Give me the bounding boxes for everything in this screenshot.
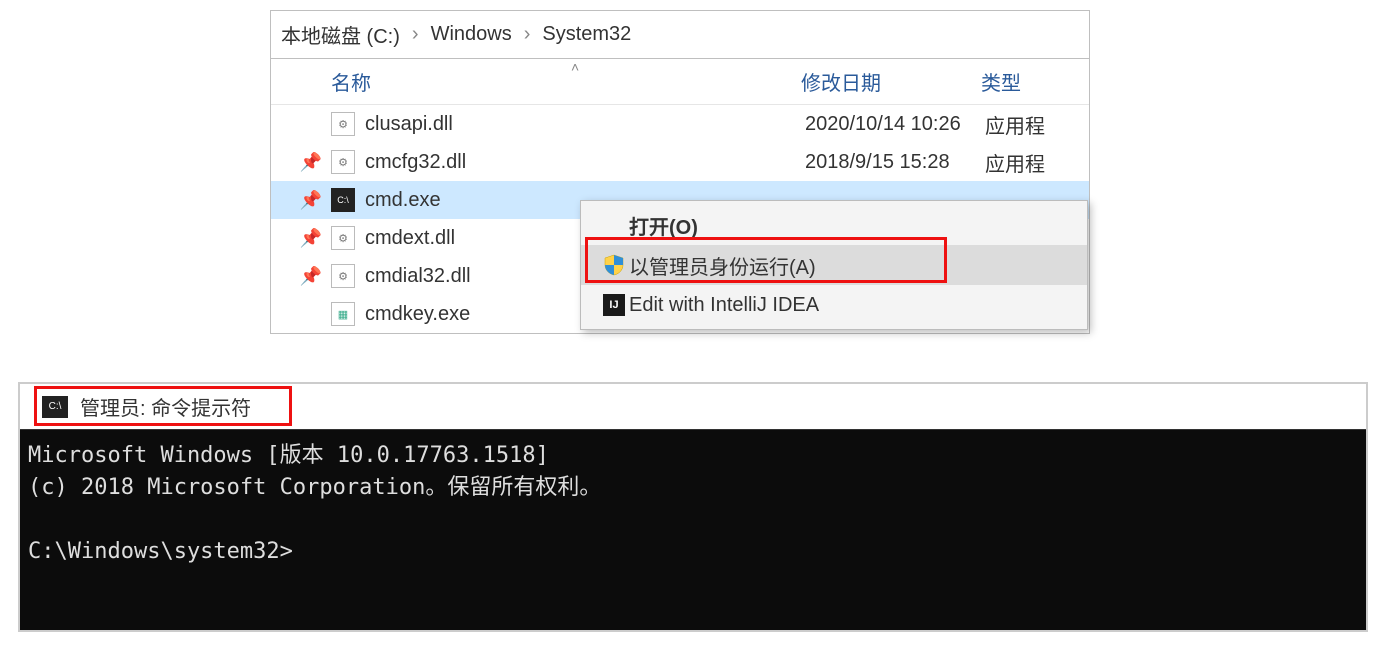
file-icon: ⚙	[331, 150, 355, 174]
pin-icon: 📌	[291, 152, 331, 173]
column-header-date[interactable]: 修改日期	[801, 67, 981, 96]
sort-caret-icon: ˄	[571, 59, 579, 75]
file-name: cmcfg32.dll	[365, 151, 805, 174]
ctx-run-as-admin-label: 以管理员身份运行(A)	[629, 251, 816, 280]
file-icon: ⚙	[331, 226, 355, 250]
file-row[interactable]: ⚙ clusapi.dll 2020/10/14 10:26 应用程	[271, 105, 1089, 143]
file-row[interactable]: 📌 ⚙ cmcfg32.dll 2018/9/15 15:28 应用程	[271, 143, 1089, 181]
ctx-intellij[interactable]: IJ Edit with IntelliJ IDEA	[581, 285, 1087, 325]
breadcrumb-sep: ›	[412, 23, 419, 46]
file-type: 应用程	[985, 148, 1089, 177]
pin-icon: 📌	[291, 228, 331, 249]
uac-shield-icon	[599, 254, 629, 276]
terminal-line: (c) 2018 Microsoft Corporation。保留所有权利。	[28, 475, 601, 500]
terminal-window: C:\ 管理员: 命令提示符 Microsoft Windows [版本 10.…	[18, 382, 1368, 632]
column-headers: ˄ 名称 修改日期 类型	[271, 59, 1089, 105]
column-header-type[interactable]: 类型	[981, 67, 1089, 96]
ctx-intellij-label: Edit with IntelliJ IDEA	[629, 294, 819, 317]
file-date: 2018/9/15 15:28	[805, 151, 985, 174]
ctx-open[interactable]: 打开(O)	[581, 205, 1087, 245]
breadcrumb-seg-system32[interactable]: System32	[542, 23, 631, 46]
ctx-open-label: 打开(O)	[629, 211, 698, 240]
terminal-prompt: C:\Windows\system32>	[28, 539, 293, 564]
terminal-output[interactable]: Microsoft Windows [版本 10.0.17763.1518] (…	[20, 430, 1366, 630]
breadcrumb-seg-windows[interactable]: Windows	[431, 23, 512, 46]
context-menu: 打开(O) 以管理员身份运行(A) IJ Edit with IntelliJ …	[580, 200, 1088, 330]
file-type: 应用程	[985, 110, 1089, 139]
intellij-icon: IJ	[599, 294, 629, 316]
file-name: clusapi.dll	[365, 113, 805, 136]
pin-icon: 📌	[291, 266, 331, 287]
breadcrumb-root[interactable]: 本地磁盘 (C:)	[281, 20, 400, 49]
breadcrumb-sep: ›	[524, 23, 531, 46]
file-date: 2020/10/14 10:26	[805, 113, 985, 136]
ctx-run-as-admin[interactable]: 以管理员身份运行(A)	[581, 245, 1087, 285]
terminal-line: Microsoft Windows [版本 10.0.17763.1518]	[28, 443, 549, 468]
breadcrumb[interactable]: 本地磁盘 (C:) › Windows › System32	[271, 11, 1089, 59]
cmd-exe-icon: C:\	[331, 188, 355, 212]
pin-icon: 📌	[291, 190, 331, 211]
column-header-name[interactable]: 名称	[331, 67, 801, 96]
file-icon: ⚙	[331, 112, 355, 136]
cmdkey-icon: ▦	[331, 302, 355, 326]
terminal-title-text: 管理员: 命令提示符	[80, 392, 251, 421]
cmd-icon: C:\	[42, 396, 68, 418]
file-icon: ⚙	[331, 264, 355, 288]
terminal-titlebar[interactable]: C:\ 管理员: 命令提示符	[20, 384, 1366, 430]
